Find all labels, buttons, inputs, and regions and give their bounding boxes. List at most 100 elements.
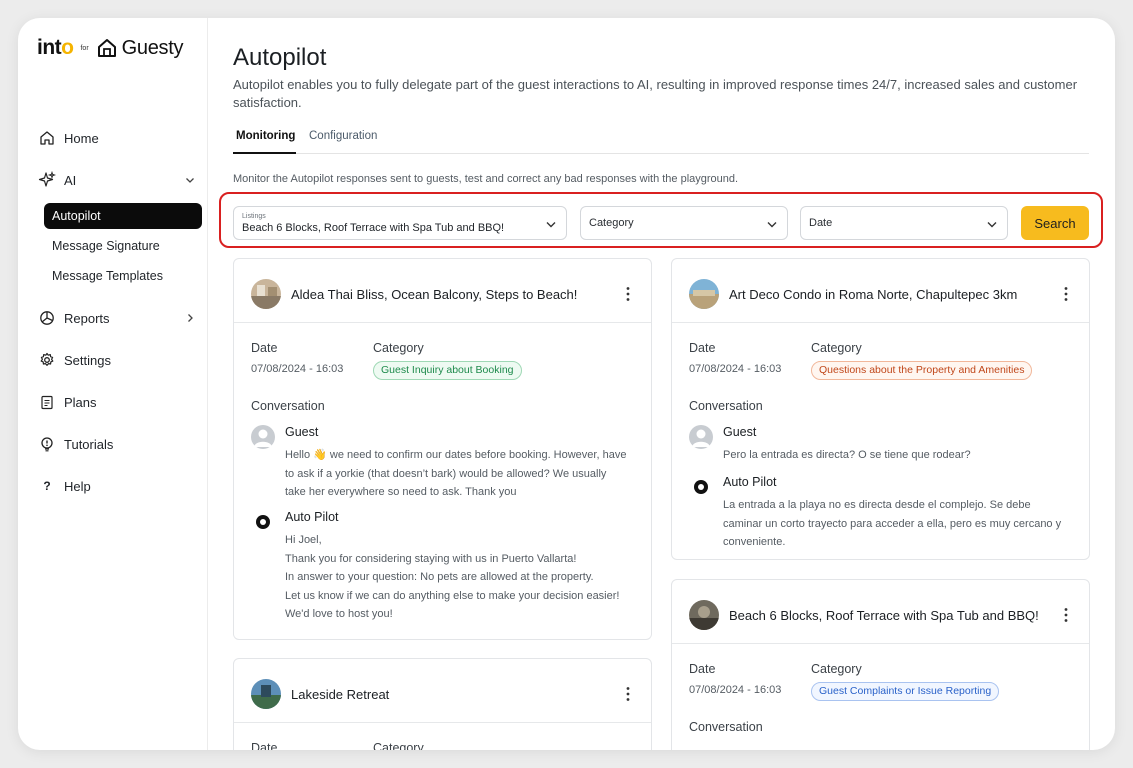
guesty-house-icon (97, 39, 116, 57)
sidebar-item-reports[interactable]: Reports (38, 308, 206, 328)
category-badge: Guest Inquiry about Booking (373, 361, 522, 380)
sidebar-subitem-message-templates[interactable]: Message Templates (44, 263, 202, 289)
listing-title: Beach 6 Blocks, Roof Terrace with Spa Tu… (729, 608, 1039, 623)
autopilot-speaker-label: Auto Pilot (285, 510, 339, 524)
listing-avatar (251, 279, 281, 309)
lightbulb-icon (38, 435, 56, 453)
chevron-down-icon (546, 222, 556, 228)
sidebar-item-plans[interactable]: Plans (38, 392, 97, 412)
autopilot-logo-icon (689, 475, 713, 499)
conversation-card: Art Deco Condo in Roma Norte, Chapultepe… (671, 258, 1090, 560)
home-icon (38, 129, 56, 147)
guesty-logo: Guesty (121, 36, 184, 59)
logo-for: for (80, 44, 89, 52)
search-button[interactable]: Search (1021, 206, 1089, 240)
into-logo: into (37, 36, 74, 59)
card-header: Art Deco Condo in Roma Norte, Chapultepe… (672, 259, 1089, 323)
sidebar-item-label: Tutorials (64, 436, 114, 452)
conversation-label: Conversation (251, 399, 325, 413)
guest-avatar-icon (689, 425, 713, 449)
autopilot-speaker-label: Auto Pilot (723, 475, 777, 489)
category-label: Category (373, 341, 424, 355)
card-header: Aldea Thai Bliss, Ocean Balcony, Steps t… (234, 259, 651, 323)
more-options-icon[interactable] (1063, 607, 1069, 623)
guest-avatar-icon (251, 425, 275, 449)
sidebar-item-label: Plans (64, 394, 97, 410)
chart-pie-icon (38, 309, 56, 327)
message-line: Hello 👋 we need to confirm our dates bef… (285, 449, 627, 461)
listing-title: Lakeside Retreat (291, 687, 390, 702)
sidebar-item-label: Home (64, 130, 99, 146)
gear-icon (38, 351, 56, 369)
message-line: In answer to your question: No pets are … (285, 571, 594, 583)
conversation-card: Aldea Thai Bliss, Ocean Balcony, Steps t… (233, 258, 652, 640)
card-header: Beach 6 Blocks, Roof Terrace with Spa Tu… (672, 580, 1089, 644)
category-badge: Guest Complaints or Issue Reporting (811, 682, 1000, 701)
logo: into for Guesty (37, 36, 184, 60)
message-line: Pero la entrada es directa? O se tiene q… (723, 449, 971, 461)
message-line: La entrada a la playa no es directa desd… (723, 499, 1031, 511)
autopilot-logo-icon (251, 510, 275, 534)
message-line: Thank you for considering staying with u… (285, 552, 577, 565)
date-select[interactable]: Date (800, 206, 1008, 240)
sparkle-icon (38, 171, 56, 189)
message-line: to ask if a yorkie (that doesn’t bark) w… (285, 467, 607, 480)
sidebar-item-label: Reports (64, 310, 110, 326)
more-options-icon[interactable] (1063, 286, 1069, 302)
page-title: Autopilot (233, 44, 327, 71)
question-icon: ? (43, 479, 51, 493)
sidebar-subitem-autopilot[interactable]: Autopilot (44, 203, 202, 229)
listings-label: Listings (242, 212, 266, 220)
sidebar-item-label: Settings (64, 352, 111, 368)
guest-message: Pero la entrada es directa? O se tiene q… (723, 446, 1079, 465)
listings-select[interactable]: Listings Beach 6 Blocks, Roof Terrace wi… (233, 206, 567, 240)
message-line: We'd love to host you! (285, 608, 393, 620)
card-header: Lakeside Retreat (234, 659, 651, 723)
date-placeholder: Date (809, 217, 833, 229)
message-line: Let us know if we can do anything else t… (285, 589, 620, 602)
chevron-down-icon[interactable] (184, 174, 196, 186)
tab-configuration[interactable]: Configuration (306, 130, 380, 154)
message-line: take her everywhere so need to ask. Than… (285, 486, 517, 498)
sidebar-item-label: Help (64, 478, 91, 494)
autopilot-message: La entrada a la playa no es directa desd… (723, 496, 1083, 552)
sidebar-item-home[interactable]: Home (38, 128, 99, 148)
conversation-label: Conversation (689, 399, 763, 413)
tab-bar: Monitoring Configuration (233, 130, 1089, 154)
sidebar-item-help[interactable]: ? Help (38, 476, 91, 496)
listings-value: Beach 6 Blocks, Roof Terrace with Spa Tu… (242, 221, 505, 234)
chevron-down-icon (767, 222, 777, 228)
sidebar-subitem-message-signature[interactable]: Message Signature (44, 233, 202, 259)
app-window: into for Guesty Home AI Autopilot Messag… (18, 18, 1115, 750)
date-label: Date (251, 741, 278, 750)
sidebar: into for Guesty Home AI Autopilot Messag… (18, 18, 208, 750)
date-label: Date (689, 341, 716, 355)
date-label: Date (689, 662, 716, 676)
chevron-right-icon[interactable] (184, 312, 196, 324)
conversation-label: Conversation (689, 720, 763, 734)
date-label: Date (251, 341, 278, 355)
category-select[interactable]: Category (580, 206, 788, 240)
sidebar-item-ai[interactable]: AI (38, 170, 206, 190)
message-line: conveniente. (723, 536, 786, 548)
listing-title: Aldea Thai Bliss, Ocean Balcony, Steps t… (291, 287, 578, 302)
page-description: Autopilot enables you to fully delegate … (233, 77, 1078, 110)
category-label: Category (373, 741, 424, 750)
listing-avatar (689, 279, 719, 309)
more-options-icon[interactable] (625, 286, 631, 302)
guest-speaker-label: Guest (723, 425, 757, 439)
monitor-description: Monitor the Autopilot responses sent to … (233, 173, 739, 185)
conversation-card: Beach 6 Blocks, Roof Terrace with Spa Tu… (671, 579, 1090, 750)
conversation-card: Lakeside Retreat Date Category (233, 658, 652, 750)
sidebar-item-label: AI (64, 172, 77, 188)
more-options-icon[interactable] (625, 686, 631, 702)
guest-message: Hello 👋 we need to confirm our dates bef… (285, 446, 641, 502)
tab-monitoring[interactable]: Monitoring (233, 130, 296, 154)
clipboard-icon (38, 393, 56, 411)
message-line: caminar un corto trayecto para acceder a… (723, 517, 1062, 530)
guest-speaker-label: Guest (285, 425, 319, 439)
date-value: 07/08/2024 - 16:03 (689, 363, 782, 375)
sidebar-item-tutorials[interactable]: Tutorials (38, 434, 113, 454)
sidebar-item-settings[interactable]: Settings (38, 350, 111, 370)
category-label: Category (811, 662, 862, 676)
